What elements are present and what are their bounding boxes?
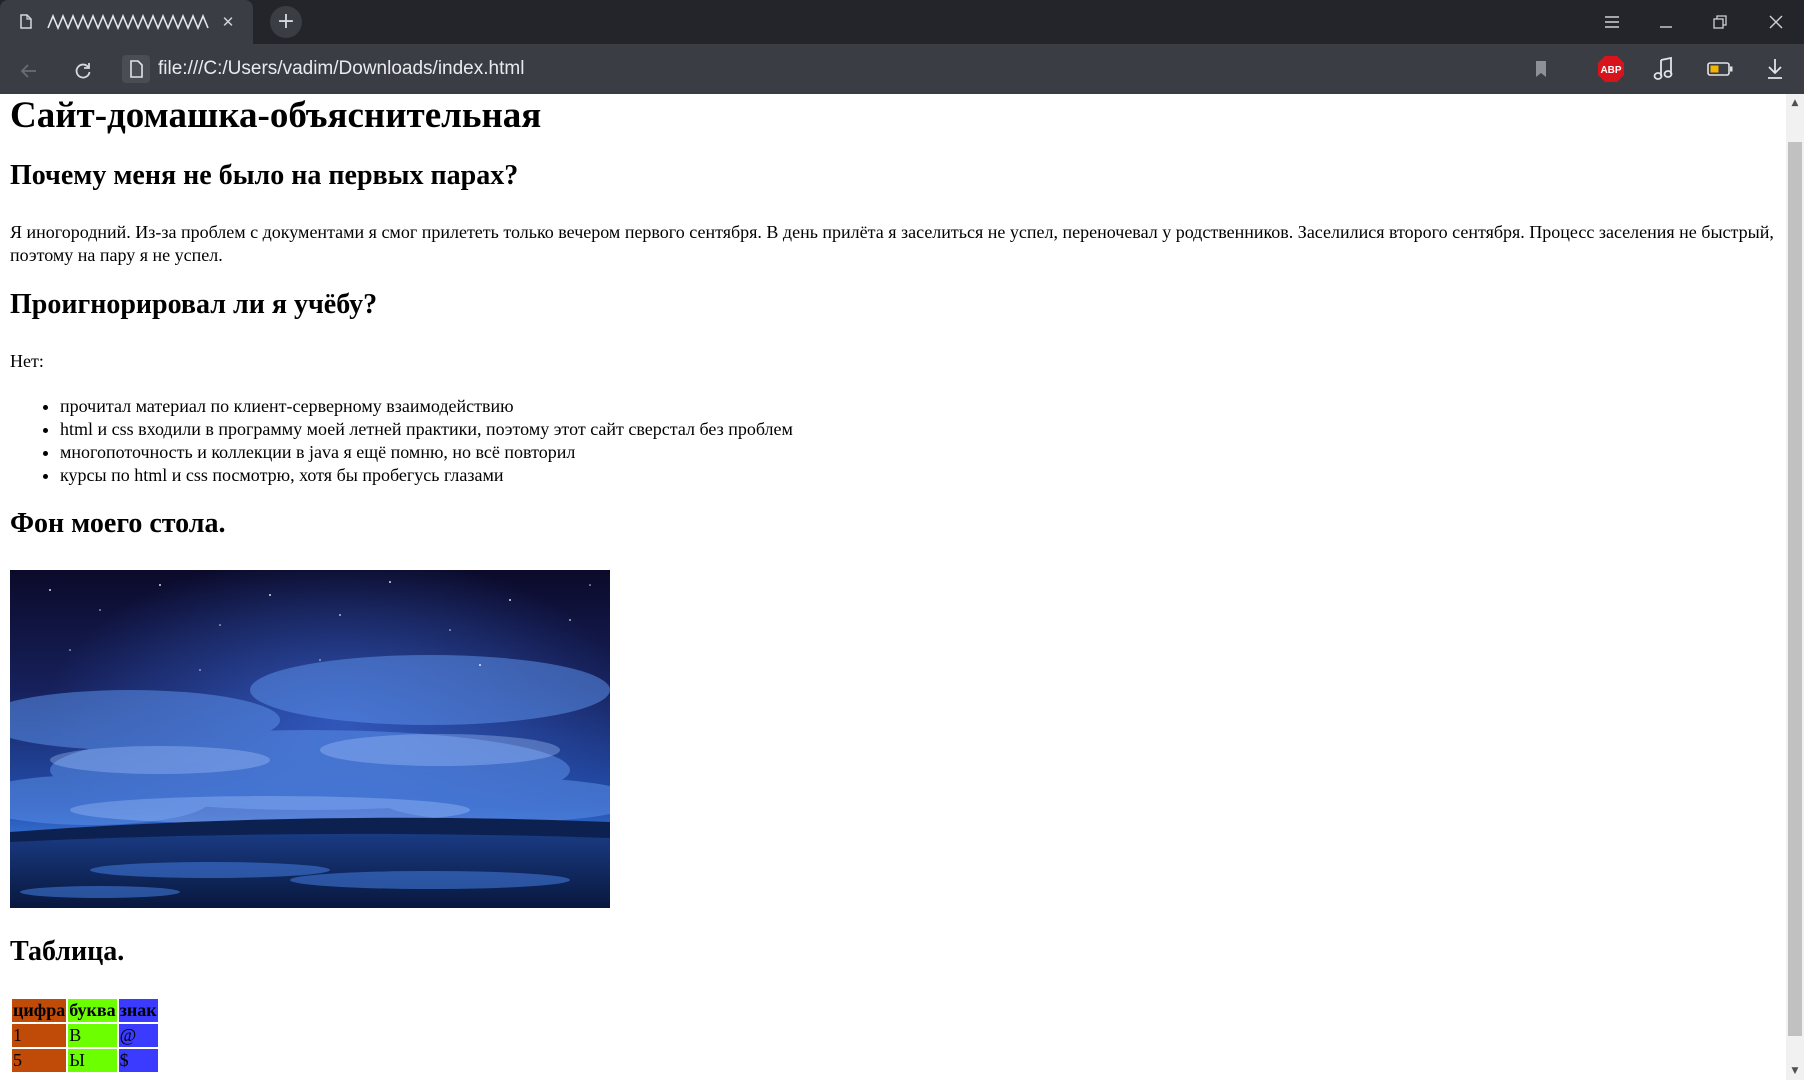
heading-absence: Почему меня не было на первых парах? (10, 160, 519, 191)
adblock-label: ABP (1600, 65, 1621, 76)
study-intro: Нет: (10, 351, 44, 371)
scrollbar-thumb[interactable] (1788, 142, 1802, 1036)
new-tab-button[interactable]: + (270, 6, 302, 38)
battery-icon[interactable] (1703, 52, 1737, 86)
page-icon (20, 14, 32, 29)
page-title: Сайт-домашка-объяснительная (10, 95, 542, 136)
menu-icon[interactable] (1584, 0, 1640, 44)
table-header-cell: буква (68, 999, 117, 1022)
absence-text: Я иногородний. Из-за проблем с документа… (10, 222, 1774, 265)
vertical-scrollbar[interactable]: ▲ ▼ (1786, 94, 1804, 1080)
tab-close-icon[interactable]: ✕ (218, 12, 238, 32)
browser-tab[interactable]: ✕ (0, 0, 253, 44)
table-cell: B (68, 1024, 117, 1047)
table-header-cell: знак (118, 999, 158, 1022)
close-window-icon[interactable] (1748, 0, 1804, 44)
address-bar: file:///C:/Users/vadim/Downloads/index.h… (0, 44, 1804, 94)
table-cell: $ (118, 1049, 158, 1072)
url-text[interactable]: file:///C:/Users/vadim/Downloads/index.h… (158, 51, 524, 87)
music-icon[interactable] (1648, 52, 1682, 86)
heading-table: Таблица. (10, 936, 125, 967)
heading-wallpaper: Фон моего стола. (10, 508, 226, 539)
tab-bar: ✕ + (0, 0, 1804, 44)
table-row: 1 B @ (12, 1024, 158, 1047)
table-cell: @ (118, 1024, 158, 1047)
file-icon (122, 55, 150, 83)
color-table: цифра буква знак 1 B @ 5 Ы $ (10, 997, 160, 1074)
download-icon[interactable] (1758, 52, 1792, 86)
study-list: прочитал материал по клиент-серверному в… (10, 395, 793, 487)
list-item: многопоточность и коллекции в java я ещё… (60, 441, 793, 464)
list-item: прочитал материал по клиент-серверному в… (60, 395, 793, 418)
table-header-cell: цифра (12, 999, 67, 1022)
back-arrow-icon[interactable] (12, 52, 46, 86)
table-row: 5 Ы $ (12, 1049, 158, 1072)
list-item: курсы по html и css посмотрю, хотя бы пр… (60, 464, 793, 487)
page-content: Сайт-домашка-объяснительная Почему меня … (0, 94, 1786, 1080)
table-cell: 5 (12, 1049, 67, 1072)
table-cell: 1 (12, 1024, 67, 1047)
heading-study: Проигнорировал ли я учёбу? (10, 289, 378, 320)
scroll-down-arrow-icon[interactable]: ▼ (1786, 1062, 1804, 1080)
restore-icon[interactable] (1692, 0, 1748, 44)
desktop-wallpaper-image (10, 570, 610, 908)
reload-icon[interactable] (66, 52, 100, 86)
scroll-up-arrow-icon[interactable]: ▲ (1786, 94, 1804, 112)
url-field[interactable]: file:///C:/Users/vadim/Downloads/index.h… (118, 51, 1518, 87)
minimize-icon[interactable] (1638, 0, 1694, 44)
table-header-row: цифра буква знак (12, 999, 158, 1022)
bookmark-icon[interactable] (1524, 52, 1558, 86)
adblock-icon[interactable]: ABP (1594, 52, 1628, 86)
tab-title-zigzag (47, 13, 209, 31)
table-cell: Ы (68, 1049, 117, 1072)
list-item: html и css входили в программу моей летн… (60, 418, 793, 441)
